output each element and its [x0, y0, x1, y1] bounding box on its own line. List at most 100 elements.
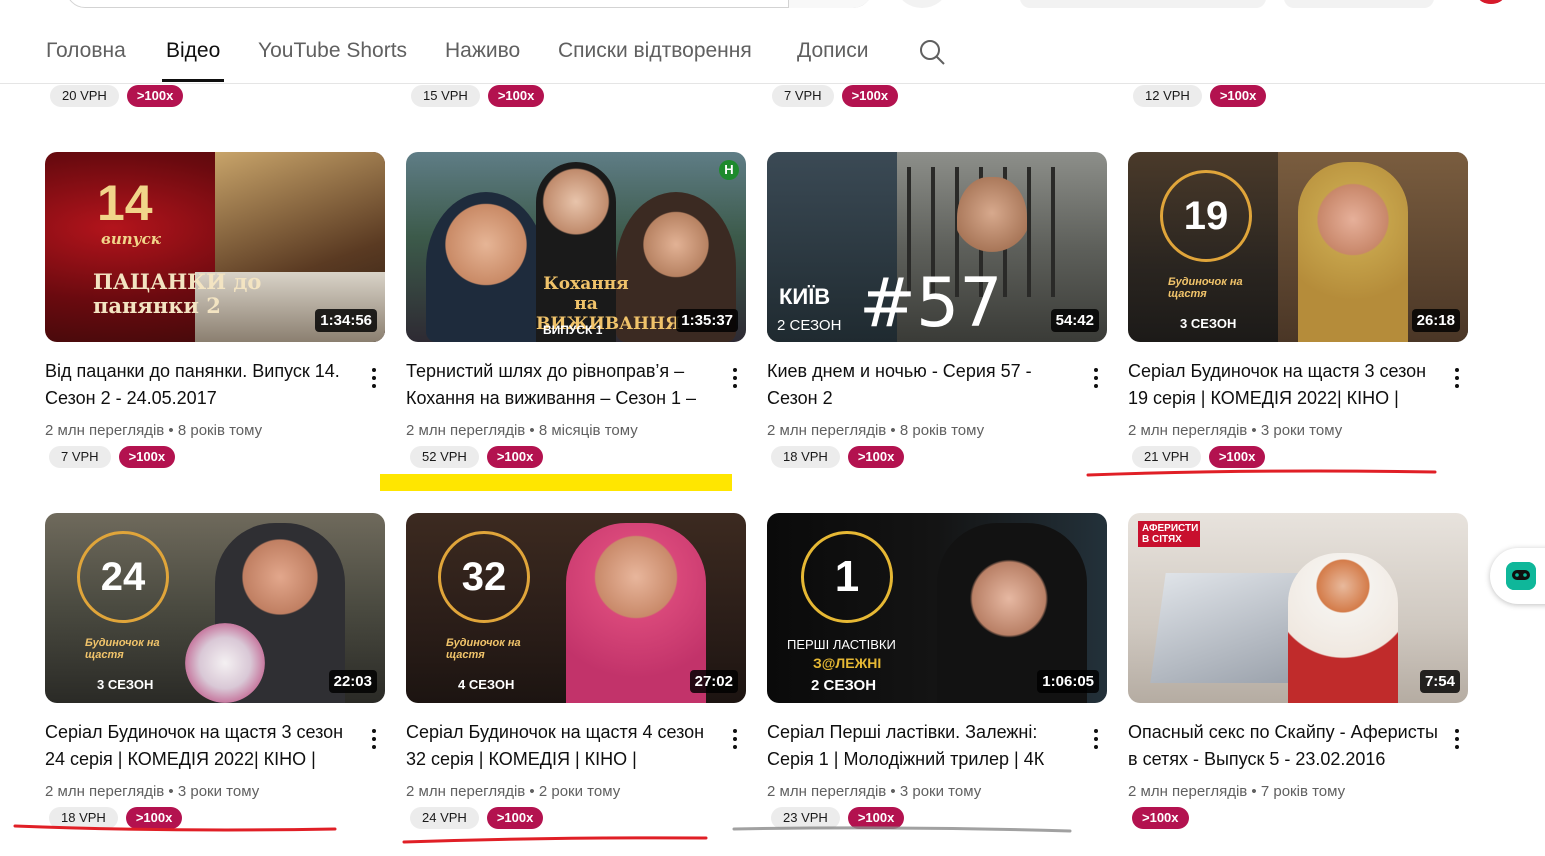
video-meta: 2 млн переглядів • 3 роки тому [767, 783, 981, 800]
upload-age: 8 років тому [177, 422, 263, 439]
video-meta: 2 млн переглядів • 8 років тому [45, 422, 262, 439]
video-thumbnail[interactable]: АФЕРИСТИ В СІТЯХ 7:54 [1128, 513, 1468, 703]
thumb-subtitle: 3 СЕЗОН [97, 677, 154, 692]
notification-badge [1478, 0, 1504, 4]
video-thumbnail[interactable]: 19 Будиночок на щастя 3 СЕЗОН 26:18 [1128, 152, 1468, 342]
video-thumbnail[interactable]: Кохання на ВИЖИВАННЯ ВИПУСК 1 Н 1:35:37 [406, 152, 746, 342]
duration-badge: 1:34:56 [315, 309, 377, 332]
video-thumbnail[interactable]: КИЇВ 2 СЕЗОН #57 54:42 [767, 152, 1107, 342]
view-count: 2 млн переглядів [1128, 422, 1248, 439]
upload-age: 3 роки тому [1260, 422, 1343, 439]
more-vert-icon[interactable] [1085, 366, 1107, 390]
more-vert-icon[interactable] [363, 366, 385, 390]
meta-separator: • [168, 422, 174, 439]
duration-badge: 27:02 [689, 670, 738, 693]
tab-videos[interactable]: Відео [161, 38, 225, 82]
badge-row: 7 VPH >100x [772, 85, 899, 107]
multiplier-badge: >100x [118, 446, 176, 468]
badge-row: 7 VPH >100x [49, 446, 176, 468]
video-title[interactable]: Від пацанки до панянки. Випуск 14. Сезон… [45, 358, 355, 412]
multiplier-badge: >100x [841, 85, 899, 107]
vph-badge: 7 VPH [49, 446, 111, 468]
duration-badge: 22:03 [328, 670, 377, 693]
video-thumbnail[interactable]: 24 Будиночок на щастя 3 СЕЗОН 22:03 [45, 513, 385, 703]
upload-age: 8 років тому [899, 422, 985, 439]
video-title[interactable]: Серіал Будиночок на щастя 3 сезон 19 сер… [1128, 358, 1438, 412]
multiplier-badge: >100x [1209, 85, 1267, 107]
badge-row: 15 VPH >100x [411, 85, 545, 107]
episode-ring: 19 [1160, 170, 1252, 262]
top-bar [0, 0, 1545, 10]
multiplier-badge: >100x [847, 446, 905, 468]
vph-badge: 21 VPH [1132, 446, 1201, 468]
episode-ring: 1 [801, 531, 893, 623]
more-vert-icon[interactable] [724, 366, 746, 390]
duration-badge: 54:42 [1050, 309, 1099, 332]
vph-badge: 24 VPH [410, 807, 479, 829]
channel-tabs: Головна Відео YouTube Shorts Наживо Спис… [0, 28, 1545, 84]
video-title[interactable]: Киев днем и ночью - Серия 57 - Сезон 2 [767, 358, 1077, 412]
tab-live[interactable]: Наживо [445, 38, 520, 82]
video-title[interactable]: Серіал Будиночок на щастя 4 сезон 32 сер… [406, 719, 716, 773]
meta-separator: • [890, 783, 896, 800]
badge-row: 24 VPH >100x [410, 807, 544, 829]
chat-button[interactable] [1490, 548, 1545, 604]
view-count: 2 млн переглядів [406, 783, 526, 800]
multiplier-badge: >100x [1132, 807, 1189, 829]
tab-shorts[interactable]: YouTube Shorts [258, 38, 407, 82]
video-title[interactable]: Серіал Перші ластівки. Залежні: Серія 1 … [767, 719, 1077, 773]
channel-action-button[interactable] [1020, 0, 1266, 8]
upload-age: 8 місяців тому [538, 422, 638, 439]
voice-search-button[interactable] [898, 0, 946, 8]
search-input[interactable] [66, 0, 872, 8]
meta-separator: • [529, 422, 535, 439]
more-vert-icon[interactable] [1446, 727, 1468, 751]
upload-age: 7 років тому [1260, 783, 1346, 800]
more-vert-icon[interactable] [1085, 727, 1107, 751]
thumb-caption: Будиночок на щастя [85, 637, 160, 661]
meta-separator: • [890, 422, 896, 439]
vph-badge: 18 VPH [771, 446, 840, 468]
red-underline-mark [1086, 469, 1437, 477]
vph-badge: 52 VPH [410, 446, 479, 468]
thumb-subtitle: ВИПУСК 1 [543, 323, 603, 337]
video-title[interactable]: Тернистий шлях до рівноправ’я – Кохання … [406, 358, 716, 412]
thumb-caption: ПАЦАНКИ до панянки 2 [93, 269, 262, 318]
episode-ring: 32 [438, 531, 530, 623]
more-vert-icon[interactable] [724, 727, 746, 751]
duration-badge: 7:54 [1419, 670, 1460, 693]
video-thumbnail[interactable]: 1 ПЕРШІ ЛАСТІВКИ З@ЛЕЖНІ 2 СЕЗОН 1:06:05 [767, 513, 1107, 703]
vph-badge: 7 VPH [772, 85, 834, 107]
thumb-number: 14 [97, 175, 153, 231]
video-title[interactable]: Опасный секс по Скайпу - Аферисты в сетя… [1128, 719, 1438, 773]
thumb-subtitle: 2 СЕЗОН [777, 317, 842, 334]
multiplier-badge: >100x [486, 807, 544, 829]
thumb-caption: Будиночок на щастя [1168, 276, 1243, 300]
badge-row: 20 VPH >100x [50, 85, 184, 107]
multiplier-badge: >100x [1208, 446, 1266, 468]
search-button[interactable] [788, 0, 872, 8]
view-count: 2 млн переглядів [45, 783, 165, 800]
thumb-caption: АФЕРИСТИ В СІТЯХ [1138, 521, 1200, 547]
subscribe-button[interactable] [1284, 0, 1434, 8]
video-meta: 2 млн переглядів • 8 місяців тому [406, 422, 638, 439]
video-meta: 2 млн переглядів • 7 років тому [1128, 783, 1345, 800]
search-icon[interactable] [918, 38, 946, 66]
thumb-subtitle: 2 СЕЗОН [811, 677, 877, 694]
badge-row: 21 VPH >100x [1132, 446, 1266, 468]
tab-posts[interactable]: Дописи [797, 38, 868, 82]
tab-playlists[interactable]: Списки відтворення [558, 38, 752, 82]
badge-row: 52 VPH >100x [410, 446, 544, 468]
video-title[interactable]: Серіал Будиночок на щастя 3 сезон 24 сер… [45, 719, 355, 773]
upload-age: 3 роки тому [177, 783, 260, 800]
meta-separator: • [168, 783, 174, 800]
more-vert-icon[interactable] [1446, 366, 1468, 390]
video-thumbnail[interactable]: 32 Будиночок на щастя 4 СЕЗОН 27:02 [406, 513, 746, 703]
thumb-subtitle: 4 СЕЗОН [458, 677, 515, 692]
tab-home[interactable]: Головна [46, 38, 126, 82]
badge-row: 18 VPH >100x [771, 446, 905, 468]
video-thumbnail[interactable]: 14 випуск ПАЦАНКИ до панянки 2 1:34:56 [45, 152, 385, 342]
meta-separator: • [529, 783, 535, 800]
more-vert-icon[interactable] [363, 727, 385, 751]
view-count: 2 млн переглядів [767, 783, 887, 800]
